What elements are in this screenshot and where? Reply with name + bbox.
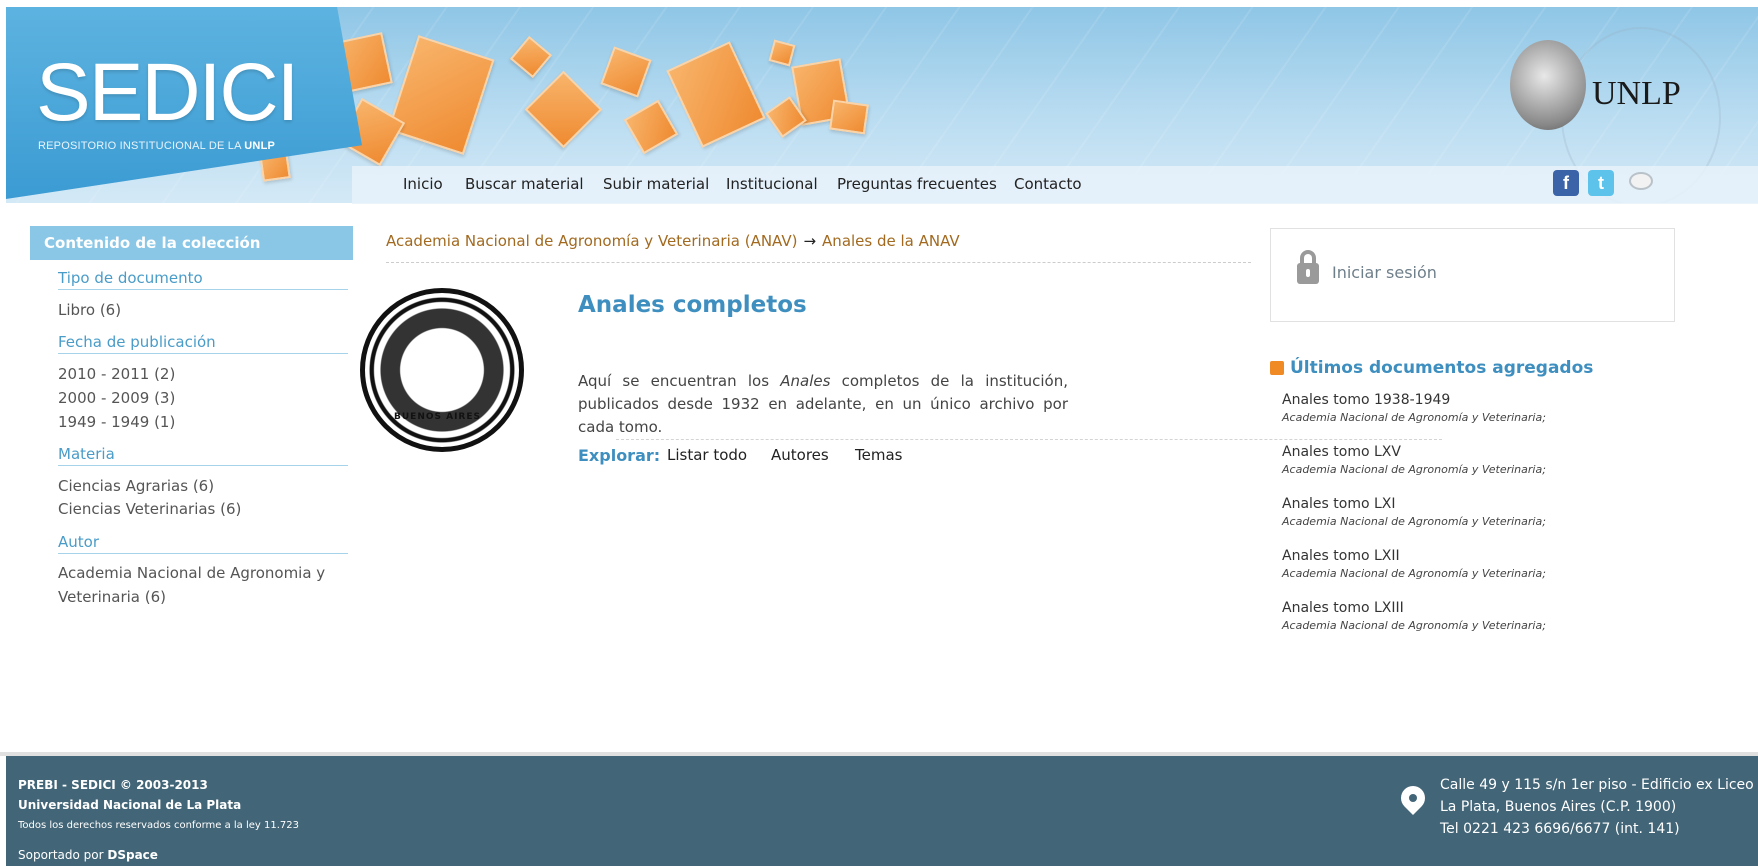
divider [616,439,1442,440]
dspace-link[interactable]: DSpace [107,848,158,862]
nav-item-buscar[interactable]: Buscar material [465,175,584,193]
recent-doc-title[interactable]: Anales tomo LXII [1282,548,1400,564]
facet-title-autor: Autor [58,533,348,554]
explore-link-listar[interactable]: Listar todo [667,446,747,464]
facebook-icon[interactable]: f [1553,170,1579,196]
nav-item-institucional[interactable]: Institucional [726,175,818,193]
recent-doc-title[interactable]: Anales tomo LXV [1282,444,1401,460]
explore-link-temas[interactable]: Temas [855,446,902,464]
recent-doc-author: Academia Nacional de Agronomía y Veterin… [1282,463,1546,476]
sidebar-heading: Contenido de la colección [30,226,353,260]
lock-icon [1297,250,1319,286]
twitter-icon[interactable]: t [1588,170,1614,196]
footer-address-line: Calle 49 y 115 s/n 1er piso - Edificio e… [1440,777,1754,793]
footer-university: Universidad Nacional de La Plata [18,798,242,812]
recent-doc-author: Academia Nacional de Agronomía y Veterin… [1282,567,1546,580]
anav-emblem [360,288,524,452]
unlp-logo-text[interactable]: UNLP [1592,75,1681,113]
nav-item-preguntas[interactable]: Preguntas frecuentes [837,175,997,193]
site-logo-subtitle: REPOSITORIO INSTITUCIONAL DE LA UNLP [38,140,276,152]
banner-tile [829,99,869,135]
nav-item-contacto[interactable]: Contacto [1014,175,1082,193]
nav-item-subir[interactable]: Subir material [603,175,709,193]
footer-phone: Tel 0221 423 6696/6677 (int. 141) [1440,821,1680,837]
facet-item[interactable]: Veterinaria (6) [58,588,166,606]
recent-doc-title[interactable]: Anales tomo 1938-1949 [1282,392,1450,408]
collection-description: Aquí se encuentran los Anales completos … [578,372,1068,436]
breadcrumb-item[interactable]: Anales de la ANAV [822,232,960,250]
recent-doc-author: Academia Nacional de Agronomía y Veterin… [1282,619,1546,632]
recent-doc-title[interactable]: Anales tomo LXI [1282,496,1396,512]
breadcrumb-separator: → [803,232,817,250]
facet-item[interactable]: Ciencias Agrarias (6) [58,477,214,495]
site-logo[interactable]: SEDICI [36,52,299,134]
recent-doc-author: Academia Nacional de Agronomía y Veterin… [1282,411,1546,424]
divider [386,262,1251,263]
facet-item[interactable]: Ciencias Veterinarias (6) [58,500,241,518]
facet-title-tipo: Tipo de documento [58,269,348,290]
unlp-seal-icon[interactable] [1510,40,1586,130]
facet-item[interactable]: Academia Nacional de Agronomia y [58,564,325,582]
recent-doc-title[interactable]: Anales tomo LXIII [1282,600,1404,616]
footer-copyright: PREBI - SEDICI © 2003-2013 [18,778,208,792]
map-pin-icon [1396,781,1430,826]
facet-title-materia: Materia [58,445,348,466]
login-box[interactable] [1270,228,1675,322]
rss-icon[interactable] [1270,361,1284,375]
footer-address-line: La Plata, Buenos Aires (C.P. 1900) [1440,799,1677,815]
recent-documents-title: Últimos documentos agregados [1290,358,1594,378]
footer-powered-by: Soportado por DSpace [18,848,158,862]
explore-label: Explorar: [578,446,661,465]
page-title: Anales completos [578,292,807,318]
nav-item-inicio[interactable]: Inicio [403,175,443,193]
facet-item[interactable]: 1949 - 1949 (1) [58,413,175,431]
breadcrumb: Academia Nacional de Agronomía y Veterin… [386,232,960,250]
explore-link-autores[interactable]: Autores [771,446,829,464]
recent-doc-author: Academia Nacional de Agronomía y Veterin… [1282,515,1546,528]
anav-emblem-text: BUENOS AIRES [394,412,481,422]
chat-bubble-icon[interactable] [1627,170,1655,196]
facet-item[interactable]: 2010 - 2011 (2) [58,365,175,383]
facet-item[interactable]: 2000 - 2009 (3) [58,389,175,407]
facet-item[interactable]: Libro (6) [58,301,121,319]
facet-title-fecha: Fecha de publicación [58,333,348,354]
breadcrumb-item[interactable]: Academia Nacional de Agronomía y Veterin… [386,232,797,250]
login-link[interactable]: Iniciar sesión [1332,263,1437,282]
footer-rights: Todos los derechos reservados conforme a… [18,820,299,831]
